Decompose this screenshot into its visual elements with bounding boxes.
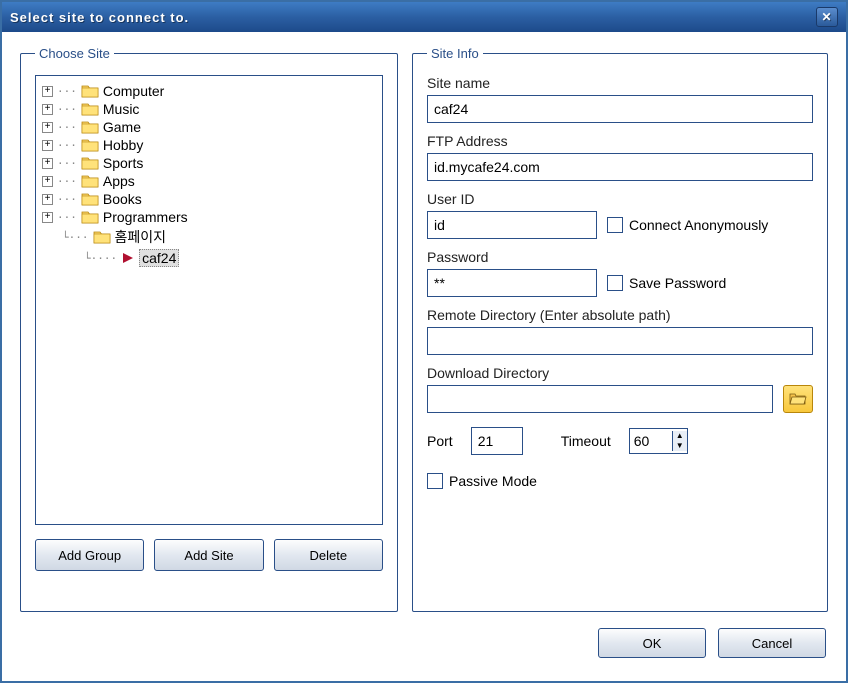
user-id-input[interactable] <box>427 211 597 239</box>
expand-icon[interactable]: + <box>42 176 53 187</box>
browse-button[interactable] <box>783 385 813 413</box>
folder-icon <box>81 210 99 224</box>
expand-icon[interactable]: + <box>42 158 53 169</box>
site-name-label: Site name <box>427 75 813 91</box>
expand-icon[interactable]: + <box>42 86 53 97</box>
tree-item-folder[interactable]: +···Programmers <box>40 208 378 226</box>
tree-item-folder[interactable]: +···Music <box>40 100 378 118</box>
add-group-button[interactable]: Add Group <box>35 539 144 571</box>
tree-item-label: Books <box>103 191 142 207</box>
port-input[interactable] <box>471 427 523 455</box>
add-site-button[interactable]: Add Site <box>154 539 263 571</box>
folder-icon <box>81 138 99 152</box>
folder-icon <box>81 102 99 116</box>
folder-icon <box>93 230 111 244</box>
site-info-legend: Site Info <box>427 46 483 61</box>
folder-open-icon <box>789 391 807 408</box>
site-name-input[interactable] <box>427 95 813 123</box>
tree-item-label: 홈페이지 <box>115 227 167 247</box>
ftp-address-input[interactable] <box>427 153 813 181</box>
expand-icon[interactable]: + <box>42 122 53 133</box>
password-input[interactable] <box>427 269 597 297</box>
tree-item-folder[interactable]: +···Books <box>40 190 378 208</box>
tree-item-label: Apps <box>103 173 135 189</box>
folder-icon <box>81 156 99 170</box>
expand-icon[interactable]: + <box>42 104 53 115</box>
connect-anon-label: Connect Anonymously <box>629 217 768 233</box>
expand-icon[interactable]: + <box>42 194 53 205</box>
passive-mode-checkbox[interactable]: Passive Mode <box>427 473 813 489</box>
tree-item-label: Music <box>103 101 140 117</box>
ok-button[interactable]: OK <box>598 628 706 658</box>
tree-item-label: Game <box>103 119 141 135</box>
tree-item-folder[interactable]: +···Hobby <box>40 136 378 154</box>
tree-item-label: caf24 <box>139 249 179 267</box>
tree-item-folder[interactable]: +···Game <box>40 118 378 136</box>
tree-item-label: Programmers <box>103 209 188 225</box>
cancel-button[interactable]: Cancel <box>718 628 826 658</box>
folder-icon <box>81 120 99 134</box>
site-info-group: Site Info Site name FTP Address User ID … <box>412 46 828 612</box>
user-id-label: User ID <box>427 191 813 207</box>
download-dir-label: Download Directory <box>427 365 813 381</box>
ftp-address-label: FTP Address <box>427 133 813 149</box>
folder-icon <box>81 174 99 188</box>
connect-anon-checkbox[interactable]: Connect Anonymously <box>607 217 768 233</box>
remote-dir-label: Remote Directory (Enter absolute path) <box>427 307 813 323</box>
timeout-input[interactable] <box>630 430 672 452</box>
spinner-down-icon[interactable]: ▼ <box>673 441 687 451</box>
checkbox-icon <box>427 473 443 489</box>
site-arrow-icon <box>121 251 135 265</box>
tree-item-folder[interactable]: +···Apps <box>40 172 378 190</box>
password-label: Password <box>427 249 813 265</box>
close-button[interactable]: ✕ <box>816 7 838 27</box>
spinner-up-icon[interactable]: ▲ <box>673 431 687 441</box>
checkbox-icon <box>607 275 623 291</box>
delete-button[interactable]: Delete <box>274 539 383 571</box>
expand-icon[interactable]: + <box>42 212 53 223</box>
folder-icon <box>81 84 99 98</box>
tree-item-folder[interactable]: +···Sports <box>40 154 378 172</box>
save-password-label: Save Password <box>629 275 726 291</box>
choose-site-group: Choose Site +···Computer+···Music+···Gam… <box>20 46 398 612</box>
port-label: Port <box>427 433 453 449</box>
tree-item-site[interactable]: └····caf24 <box>40 248 378 268</box>
titlebar: Select site to connect to. ✕ <box>2 2 846 32</box>
checkbox-icon <box>607 217 623 233</box>
expand-icon[interactable]: + <box>42 140 53 151</box>
passive-mode-label: Passive Mode <box>449 473 537 489</box>
tree-item-label: Hobby <box>103 137 143 153</box>
site-tree[interactable]: +···Computer+···Music+···Game+···Hobby+·… <box>35 75 383 525</box>
tree-item-folder[interactable]: +···Computer <box>40 82 378 100</box>
remote-dir-input[interactable] <box>427 327 813 355</box>
save-password-checkbox[interactable]: Save Password <box>607 275 726 291</box>
folder-icon <box>81 192 99 206</box>
tree-item-label: Sports <box>103 155 143 171</box>
tree-item-label: Computer <box>103 83 164 99</box>
tree-item-folder[interactable]: └···홈페이지 <box>40 226 378 248</box>
close-icon: ✕ <box>821 10 832 24</box>
timeout-spinner[interactable]: ▲ ▼ <box>629 428 688 454</box>
download-dir-input[interactable] <box>427 385 773 413</box>
choose-site-legend: Choose Site <box>35 46 114 61</box>
window-title: Select site to connect to. <box>10 10 189 25</box>
timeout-label: Timeout <box>561 433 611 449</box>
